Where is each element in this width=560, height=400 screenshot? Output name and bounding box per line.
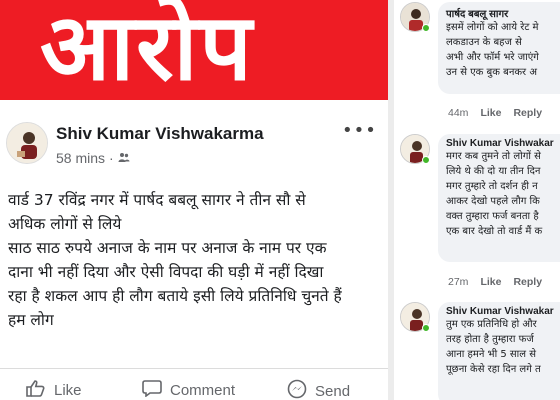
comment-line: तुम एक प्रतिनिधि हो और	[446, 319, 537, 330]
comments-panel: पार्षद बबलू सागर इसमें लोगों को आये रेट …	[394, 0, 560, 400]
messenger-icon	[287, 379, 307, 400]
comment-line: वक्त तुम्हारा फर्ज बनता है	[446, 211, 539, 222]
comment-button[interactable]: Comment	[142, 379, 235, 400]
more-options-button[interactable]: •••	[342, 120, 377, 141]
comment-like-button[interactable]: Like	[480, 107, 501, 119]
post-card: आरोप Shiv Kumar Vishwakarma 58 mins · ••…	[0, 0, 388, 400]
comment-line: मगर कब तुमने तो लोगों से	[446, 151, 541, 162]
banner-title: आरोप	[40, 0, 254, 101]
send-button[interactable]: Send	[287, 379, 350, 400]
post-time[interactable]: 58 mins	[56, 150, 105, 166]
accusation-banner: आरोप	[0, 0, 388, 101]
comment-line: तरह होता है तुम्हारा फर्ज	[446, 334, 534, 345]
comment-line: लकडाउन के बहज से	[446, 37, 522, 48]
post-line: हम लोग	[8, 311, 54, 329]
post-actions: Like Comment Send	[0, 368, 388, 400]
meta-separator: ·	[109, 150, 114, 166]
commenter-name[interactable]: Shiv Kumar Vishwakar	[446, 306, 560, 317]
comment-line: उन से एक बुक बनकर अ	[446, 67, 537, 78]
friends-icon[interactable]	[118, 150, 130, 166]
post-line: रहा है शकल आप ही लौग बताये इसी लिये प्रत…	[8, 287, 342, 305]
like-button[interactable]: Like	[26, 379, 82, 400]
online-status-dot	[422, 156, 430, 164]
comment-line: पूछना केसे रहा दिन लगे त	[446, 364, 541, 375]
post-line: अधिक लोगों से लिये	[8, 215, 122, 233]
post-line: साठ साठ रुपये अनाज के नाम पर अनाज के नाम…	[8, 239, 327, 257]
post-meta: 58 mins ·	[56, 150, 130, 166]
comment-meta: 27m Like Reply	[448, 276, 542, 288]
comment-line: अभी और फॉर्म भरे जाएंगे	[446, 52, 539, 63]
online-status-dot	[422, 24, 430, 32]
commenter-name[interactable]: Shiv Kumar Vishwakar	[446, 138, 560, 149]
comment-bubble: Shiv Kumar Vishwakar मगर कब तुमने तो लोग…	[438, 134, 560, 262]
comment-meta: 44m Like Reply	[448, 107, 542, 119]
comment-line: लिये थे की दो या तीन दिन	[446, 166, 541, 177]
comment-label: Comment	[170, 381, 236, 399]
author-avatar[interactable]	[6, 122, 48, 164]
comment-like-button[interactable]: Like	[480, 276, 501, 288]
comment-line: आना हमने भी 5 साल से	[446, 349, 536, 360]
post-line: दाना भी नहीं दिया और ऐसी विपदा की घड़ी म…	[8, 263, 324, 281]
comment-bubble-icon	[142, 379, 162, 400]
comment-time[interactable]: 27m	[448, 276, 468, 288]
comment-time[interactable]: 44m	[448, 107, 468, 119]
post-header: Shiv Kumar Vishwakarma 58 mins · •••	[0, 108, 388, 178]
commenter-name[interactable]: पार्षद बबलू सागर	[446, 6, 560, 20]
comment-bubble: पार्षद बबलू सागर इसमें लोगों को आये रेट …	[438, 2, 560, 94]
post-text: वार्ड 37 रविंद्र नगर में पार्षद बबलू साग…	[8, 188, 380, 332]
comment-line: आकर देखो पहले लौग कि	[446, 196, 540, 207]
send-label: Send	[315, 382, 351, 400]
author-name[interactable]: Shiv Kumar Vishwakarma	[56, 124, 264, 144]
comment-line: मगर तुम्हारे तो दर्शन ही न	[446, 181, 538, 192]
online-status-dot	[422, 324, 430, 332]
comment-reply-button[interactable]: Reply	[513, 107, 542, 119]
comment-line: इसमें लोगों को आये रेट मे	[446, 22, 539, 33]
post-line: वार्ड 37 रविंद्र नगर में पार्षद बबलू साग…	[8, 191, 306, 209]
comment-reply-button[interactable]: Reply	[513, 276, 542, 288]
comment-bubble: Shiv Kumar Vishwakar तुम एक प्रतिनिधि हो…	[438, 302, 560, 400]
thumbs-up-icon	[26, 379, 46, 400]
like-label: Like	[54, 381, 82, 399]
comment-line: एक बार देखो तो वार्ड मैं क	[446, 226, 543, 237]
